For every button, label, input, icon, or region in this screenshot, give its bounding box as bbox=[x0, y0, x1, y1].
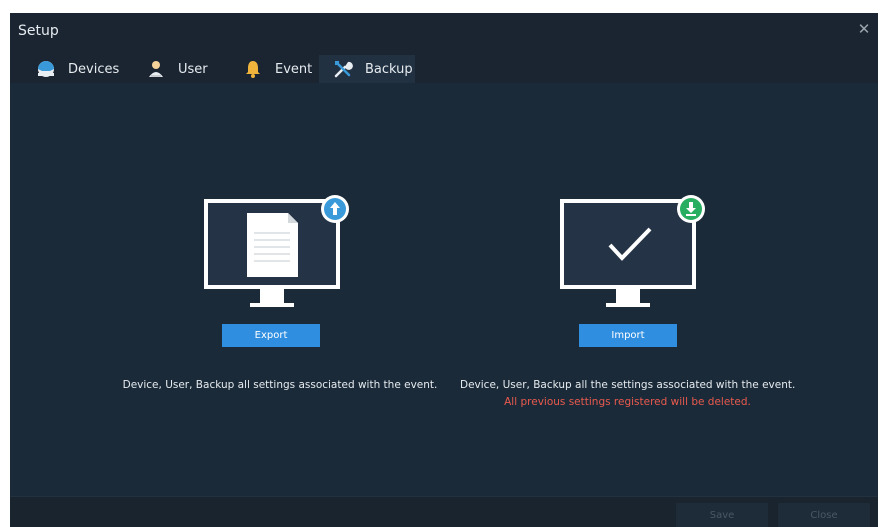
export-description: Device, User, Backup all settings associ… bbox=[122, 379, 438, 391]
save-button[interactable]: Save bbox=[676, 503, 768, 527]
tab-event-label: Event bbox=[275, 61, 313, 77]
tools-icon bbox=[333, 59, 353, 79]
upload-badge-icon bbox=[320, 194, 350, 228]
tab-devices-label: Devices bbox=[68, 61, 120, 77]
tab-backup-label: Backup bbox=[365, 61, 413, 77]
tab-bar: Devices User Event Backup bbox=[10, 51, 878, 83]
title-bar: Setup ✕ bbox=[10, 13, 878, 51]
tab-user-label: User bbox=[178, 61, 208, 77]
export-button[interactable]: Export bbox=[222, 324, 320, 347]
devices-icon bbox=[36, 59, 56, 79]
import-warning: All previous settings registered will be… bbox=[504, 396, 751, 408]
tab-backup[interactable]: Backup bbox=[319, 55, 415, 83]
close-icon[interactable]: ✕ bbox=[856, 21, 872, 37]
tab-user[interactable]: User bbox=[146, 55, 208, 83]
import-button[interactable]: Import bbox=[579, 324, 677, 347]
window-title: Setup bbox=[18, 23, 59, 39]
tab-event[interactable]: Event bbox=[243, 55, 313, 83]
backup-panel: Export Device, User, Backup all settings… bbox=[10, 83, 878, 496]
setup-window: Setup ✕ Devices User Event Backup Export… bbox=[10, 13, 878, 527]
import-description: Device, User, Backup all the settings as… bbox=[460, 379, 796, 391]
user-icon bbox=[146, 59, 166, 79]
bell-icon bbox=[243, 59, 263, 79]
footer-bar: Save Close bbox=[10, 496, 878, 527]
tab-devices[interactable]: Devices bbox=[36, 55, 120, 83]
download-badge-icon bbox=[676, 194, 706, 228]
close-button[interactable]: Close bbox=[778, 503, 870, 527]
